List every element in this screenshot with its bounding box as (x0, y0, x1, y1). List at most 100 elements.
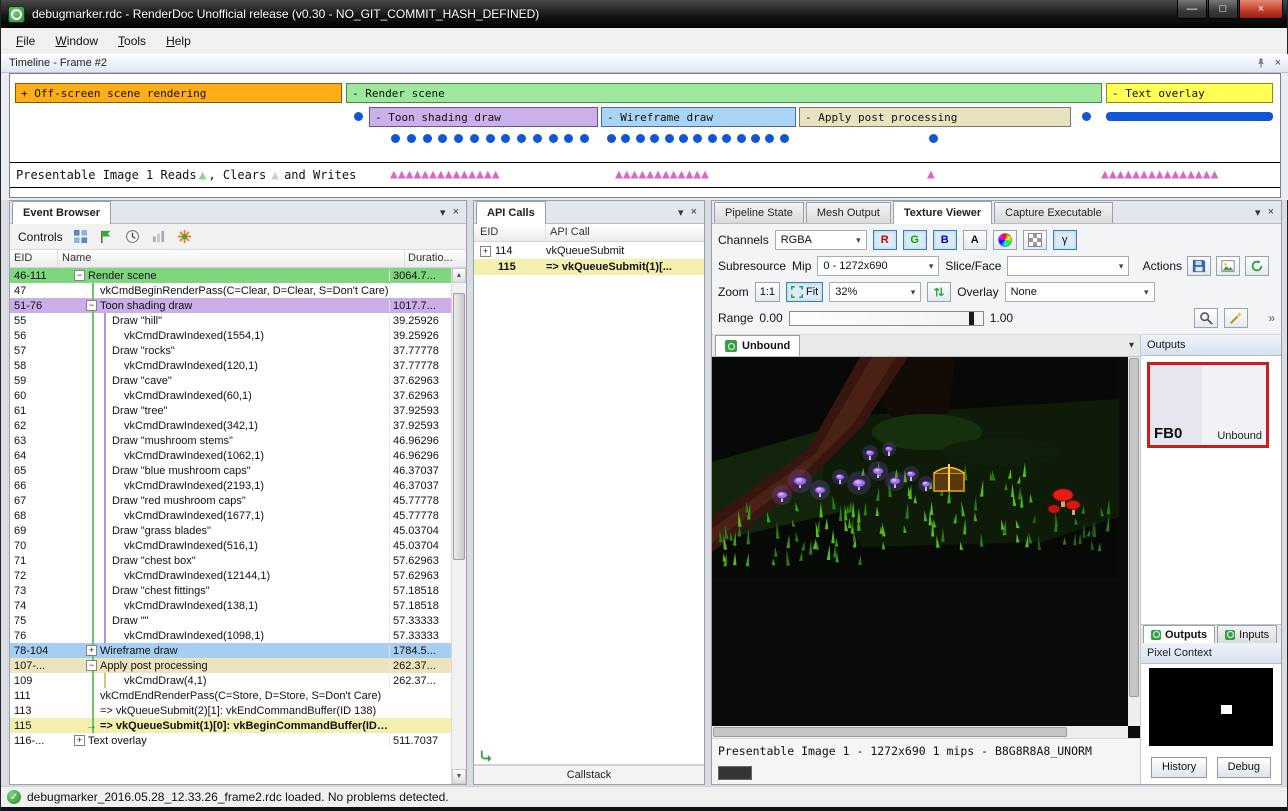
api-call-row[interactable]: 115=> vkQueueSubmit(1)[... (474, 259, 704, 275)
refresh-button[interactable] (1245, 256, 1269, 276)
timeline-block-wireframe[interactable]: - Wireframe draw (601, 107, 796, 127)
event-row[interactable]: 60vkCmdDrawIndexed(60,1)37.62963 (10, 388, 451, 403)
scroll-up-icon[interactable]: ▲ (452, 268, 466, 283)
tab-inputs[interactable]: Inputs (1217, 625, 1277, 643)
event-row[interactable]: 78-104+Wireframe draw1784.5... (10, 643, 451, 658)
column-duration[interactable]: Duratio... (404, 250, 466, 267)
tab-pipeline-state[interactable]: Pipeline State (714, 202, 804, 223)
draw-dot[interactable] (650, 134, 659, 143)
minus-toggle-icon[interactable]: − (86, 660, 97, 671)
panel-menu-icon[interactable]: ▾ (678, 206, 684, 219)
event-row[interactable]: 109vkCmdDraw(4,1)262.37... (10, 673, 451, 688)
event-row[interactable]: 59Draw "cave"37.62963 (10, 373, 451, 388)
mip-select[interactable]: 0 - 1272x690 ▾ (817, 256, 939, 276)
timeline-block-offscreen[interactable]: + Off-screen scene rendering (15, 83, 342, 103)
event-row[interactable]: 64vkCmdDrawIndexed(1062,1)46.96296 (10, 448, 451, 463)
save-button[interactable] (1187, 256, 1211, 276)
draw-dot[interactable] (722, 134, 731, 143)
draw-dot[interactable] (693, 134, 702, 143)
event-row[interactable]: 56vkCmdDrawIndexed(1554,1)39.25926 (10, 328, 451, 343)
export-image-button[interactable] (1216, 256, 1240, 276)
column-eid[interactable]: EID (10, 250, 58, 267)
draw-dot[interactable] (607, 134, 616, 143)
menu-tools[interactable]: Tools (108, 30, 156, 52)
draw-dot[interactable] (580, 134, 589, 143)
viewer-hscrollbar[interactable] (712, 726, 1128, 738)
event-row[interactable]: 73Draw "chest fittings"57.18518 (10, 583, 451, 598)
column-name[interactable]: Name (58, 250, 404, 267)
event-row[interactable]: 62vkCmdDrawIndexed(342,1)37.92593 (10, 418, 451, 433)
draw-dot[interactable] (407, 134, 416, 143)
event-row[interactable]: 58vkCmdDrawIndexed(120,1)37.77778 (10, 358, 451, 373)
resource-usage-strip[interactable]: Presentable Image 1 Reads ▲ , Clears ▲ a… (10, 162, 1280, 188)
close-button[interactable]: × (1239, 0, 1283, 19)
event-row[interactable]: 113=> vkQueueSubmit(2)[1]: vkEndCommandB… (10, 703, 451, 718)
event-row[interactable]: 61Draw "tree"37.92593 (10, 403, 451, 418)
debug-button[interactable]: Debug (1217, 757, 1271, 778)
statistics-icon[interactable] (150, 228, 167, 245)
tab-unbound[interactable]: Unbound (715, 335, 800, 356)
fit-button[interactable]: Fit (786, 282, 823, 302)
event-row[interactable]: 51-76−Toon shading draw1017.7... (10, 298, 451, 313)
channel-a-button[interactable]: A (963, 230, 987, 250)
tab-mesh-output[interactable]: Mesh Output (806, 202, 891, 223)
scroll-down-icon[interactable]: ▼ (452, 769, 466, 784)
event-row[interactable]: 72vkCmdDrawIndexed(12144,1)57.62963 (10, 568, 451, 583)
panel-close-icon[interactable]: × (453, 206, 459, 219)
timeline-block-toon[interactable]: - Toon shading draw (369, 107, 598, 127)
minus-toggle-icon[interactable]: − (86, 300, 97, 311)
event-row[interactable]: 116-...+Text overlay511.7037 (10, 733, 451, 748)
draw-dot[interactable] (391, 134, 400, 143)
draw-dot[interactable] (454, 134, 463, 143)
channel-b-button[interactable]: B (933, 230, 957, 250)
color-wheel-button[interactable] (993, 230, 1017, 250)
callstack-strip[interactable]: Callstack (474, 764, 704, 784)
timeline-text-overlay-bar[interactable] (1106, 112, 1273, 121)
event-row[interactable]: 107-...−Apply post processing262.37... (10, 658, 451, 673)
draw-dot[interactable] (549, 134, 558, 143)
tab-texture-viewer[interactable]: Texture Viewer (893, 201, 992, 224)
panel-menu-icon[interactable]: ▾ (1255, 206, 1261, 219)
event-row[interactable]: 69Draw "grass blades"45.03704 (10, 523, 451, 538)
event-row[interactable]: 46-111−Render scene3064.7... (10, 268, 451, 283)
timeline-block-text-overlay[interactable]: - Text overlay (1106, 83, 1273, 103)
menu-file[interactable]: File (6, 30, 45, 52)
slice-face-select[interactable]: ▾ (1007, 256, 1129, 276)
range-slider[interactable] (789, 311, 984, 326)
event-row[interactable]: 63Draw "mushroom stems"46.96296 (10, 433, 451, 448)
event-row[interactable]: 111vkCmdEndRenderPass(C=Store, D=Store, … (10, 688, 451, 703)
alpha-checker-button[interactable] (1023, 230, 1047, 250)
menu-help[interactable]: Help (156, 30, 201, 52)
autofit-range-button[interactable] (1194, 308, 1218, 328)
maximize-button[interactable]: □ (1208, 0, 1238, 19)
event-row[interactable]: 65Draw "blue mushroom caps"46.37037 (10, 463, 451, 478)
timeline-block-postproc[interactable]: - Apply post processing (799, 107, 1071, 127)
draw-dot[interactable] (780, 134, 789, 143)
histogram-wand-button[interactable] (1224, 308, 1248, 328)
pixel-context-view[interactable] (1149, 668, 1273, 746)
panel-menu-icon[interactable]: ▾ (440, 206, 446, 219)
api-call-row[interactable]: +114vkQueueSubmit (474, 243, 704, 259)
draw-dot[interactable] (533, 134, 542, 143)
event-row[interactable]: 66vkCmdDrawIndexed(2193,1)46.37037 (10, 478, 451, 493)
draw-dot[interactable] (737, 134, 746, 143)
panel-close-icon[interactable]: × (691, 206, 697, 219)
channels-select[interactable]: RGBA ▾ (775, 230, 867, 250)
plus-toggle-icon[interactable]: + (480, 246, 491, 257)
history-button[interactable]: History (1151, 757, 1207, 778)
goto-event-icon[interactable] (98, 228, 115, 245)
viewer-vscrollbar[interactable] (1128, 357, 1140, 726)
draw-dot[interactable] (679, 134, 688, 143)
channel-g-button[interactable]: G (903, 230, 927, 250)
event-row[interactable]: 71Draw "chest box"57.62963 (10, 553, 451, 568)
overlay-select[interactable]: None ▾ (1005, 282, 1155, 302)
event-row[interactable]: 68vkCmdDrawIndexed(1677,1)45.77778 (10, 508, 451, 523)
range-slider-thumb[interactable] (969, 312, 974, 325)
event-row[interactable]: 115→=> vkQueueSubmit(1)[0]: vkBeginComma… (10, 718, 451, 733)
timeline-body[interactable]: + Off-screen scene rendering - Render sc… (9, 73, 1281, 198)
event-row[interactable]: 67Draw "red mushroom caps"45.77778 (10, 493, 451, 508)
event-row[interactable]: 47vkCmdBeginRenderPass(C=Clear, D=Clear,… (10, 283, 451, 298)
draw-dot[interactable] (765, 134, 774, 143)
minus-toggle-icon[interactable]: − (74, 270, 85, 281)
draw-dot[interactable] (423, 134, 432, 143)
